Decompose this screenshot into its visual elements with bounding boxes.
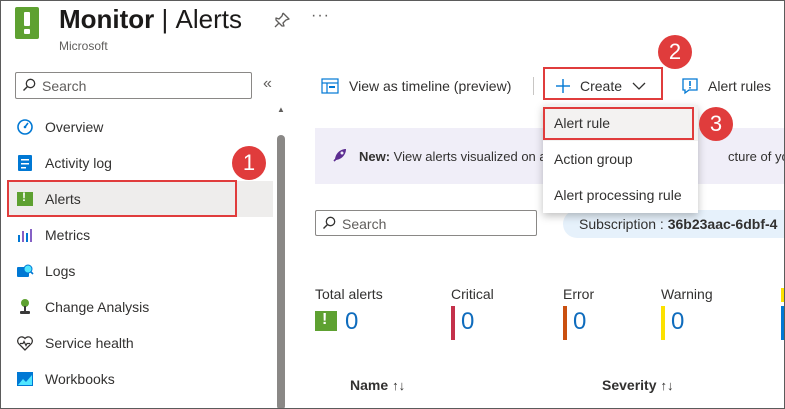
column-severity-label: Severity [602, 377, 657, 393]
title-separator: | [161, 4, 176, 34]
sort-icon[interactable]: ↑↓ [660, 378, 673, 393]
view-as-timeline-label: View as timeline (preview) [349, 78, 512, 94]
subscription-value: 36b23aac-6dbf-4 [667, 216, 778, 232]
alerts-search-box[interactable] [315, 210, 537, 236]
workbooks-icon [15, 369, 35, 389]
highlight-alerts-nav [7, 180, 237, 217]
sidebar-nav: Overview Activity log Alerts Metrics Log… [7, 109, 273, 397]
banner-new-label: New: [359, 149, 391, 164]
sidebar-item-label: Metrics [45, 227, 91, 243]
scroll-up-arrow-icon[interactable]: ▲ [277, 105, 285, 114]
warning-value: 0 [671, 308, 685, 335]
overview-icon [15, 117, 35, 137]
portal-window: Monitor | Alerts ··· Microsoft « Overvie… [0, 0, 785, 409]
callout-badge-2: 2 [658, 35, 692, 69]
sidebar-item-label: Workbooks [45, 371, 115, 387]
callout-badge-3: 3 [699, 107, 733, 141]
sidebar-item-service-health[interactable]: Service health [7, 325, 273, 361]
rocket-icon [333, 149, 346, 162]
column-name-label: Name [350, 377, 389, 393]
sidebar-item-change-analysis[interactable]: Change Analysis [7, 289, 273, 325]
sidebar-search-input[interactable] [42, 76, 242, 95]
summary-warning[interactable]: Warning 0 [661, 286, 761, 341]
menu-item-action-group[interactable]: Action group [543, 141, 698, 177]
menu-item-alert-processing-rule[interactable]: Alert processing rule [543, 177, 698, 213]
highlight-create-button [543, 67, 663, 100]
page-title: Monitor | Alerts [59, 1, 242, 37]
alert-rules-button[interactable]: Alert rules [681, 72, 771, 100]
subscription-label: Subscription : [579, 216, 668, 232]
highlight-alert-rule-item [543, 107, 694, 140]
column-header-name[interactable]: Name ↑↓ [350, 377, 405, 393]
sidebar-item-label: Change Analysis [45, 299, 150, 315]
search-icon [23, 78, 36, 91]
informational-severity-bar [781, 306, 784, 340]
pin-icon[interactable] [273, 11, 291, 29]
sidebar-item-workbooks[interactable]: Workbooks [7, 361, 273, 397]
warning-severity-bar [661, 306, 665, 340]
sidebar-item-overview[interactable]: Overview [7, 109, 273, 145]
toolbar-divider [533, 77, 534, 95]
section-title: Alerts [175, 4, 242, 34]
metrics-icon [15, 225, 35, 245]
callout-badge-1: 1 [232, 146, 266, 180]
sidebar-item-logs[interactable]: Logs [7, 253, 273, 289]
critical-label: Critical [451, 286, 494, 302]
alert-rules-label: Alert rules [708, 78, 772, 94]
collapse-sidebar-button[interactable]: « [263, 75, 272, 93]
sidebar-item-metrics[interactable]: Metrics [7, 217, 273, 253]
sidebar-item-label: Activity log [45, 155, 112, 171]
logs-icon [15, 261, 35, 281]
view-as-timeline-button[interactable]: View as timeline (preview) [321, 72, 511, 100]
error-severity-bar [563, 306, 567, 340]
banner-body-tail: cture of your ev [728, 149, 784, 164]
critical-severity-bar [451, 306, 455, 340]
alert-rules-icon [682, 78, 698, 95]
service-health-icon [15, 333, 35, 353]
error-value: 0 [573, 308, 587, 335]
more-options-icon[interactable]: ··· [311, 7, 330, 25]
service-title: Monitor [59, 4, 155, 34]
sidebar-item-label: Overview [45, 119, 104, 135]
sidebar-item-label: Service health [45, 335, 134, 351]
page-subtitle: Microsoft [59, 39, 108, 53]
critical-value: 0 [461, 308, 475, 335]
total-alerts-value: 0 [345, 308, 359, 335]
search-icon [323, 216, 336, 229]
warning-label: Warning [661, 286, 713, 302]
subscription-filter-pill[interactable]: Subscription : 36b23aac-6dbf-4 [563, 210, 784, 238]
sidebar-scrollbar[interactable]: ▲ [277, 105, 285, 408]
scroll-thumb[interactable] [277, 135, 285, 408]
sev-indicator-partial [781, 288, 784, 302]
timeline-icon [321, 78, 339, 94]
summary-critical[interactable]: Critical 0 [451, 286, 551, 341]
alerts-icon [315, 311, 337, 331]
summary-total-alerts[interactable]: Total alerts 0 [315, 286, 435, 341]
banner-body: View alerts visualized on a [390, 149, 547, 164]
sort-icon[interactable]: ↑↓ [392, 378, 405, 393]
monitor-alerts-logo-icon [15, 7, 39, 39]
summary-error[interactable]: Error 0 [563, 286, 653, 341]
sidebar-search-box[interactable] [15, 72, 252, 99]
alerts-search-input[interactable] [342, 214, 522, 233]
sidebar-item-label: Logs [45, 263, 76, 279]
activity-log-icon [15, 153, 35, 173]
error-label: Error [563, 286, 595, 302]
column-header-severity[interactable]: Severity ↑↓ [602, 377, 673, 393]
banner-text: New: View alerts visualized on a cture of… [359, 149, 784, 164]
change-analysis-icon [15, 297, 35, 317]
total-alerts-label: Total alerts [315, 286, 383, 302]
